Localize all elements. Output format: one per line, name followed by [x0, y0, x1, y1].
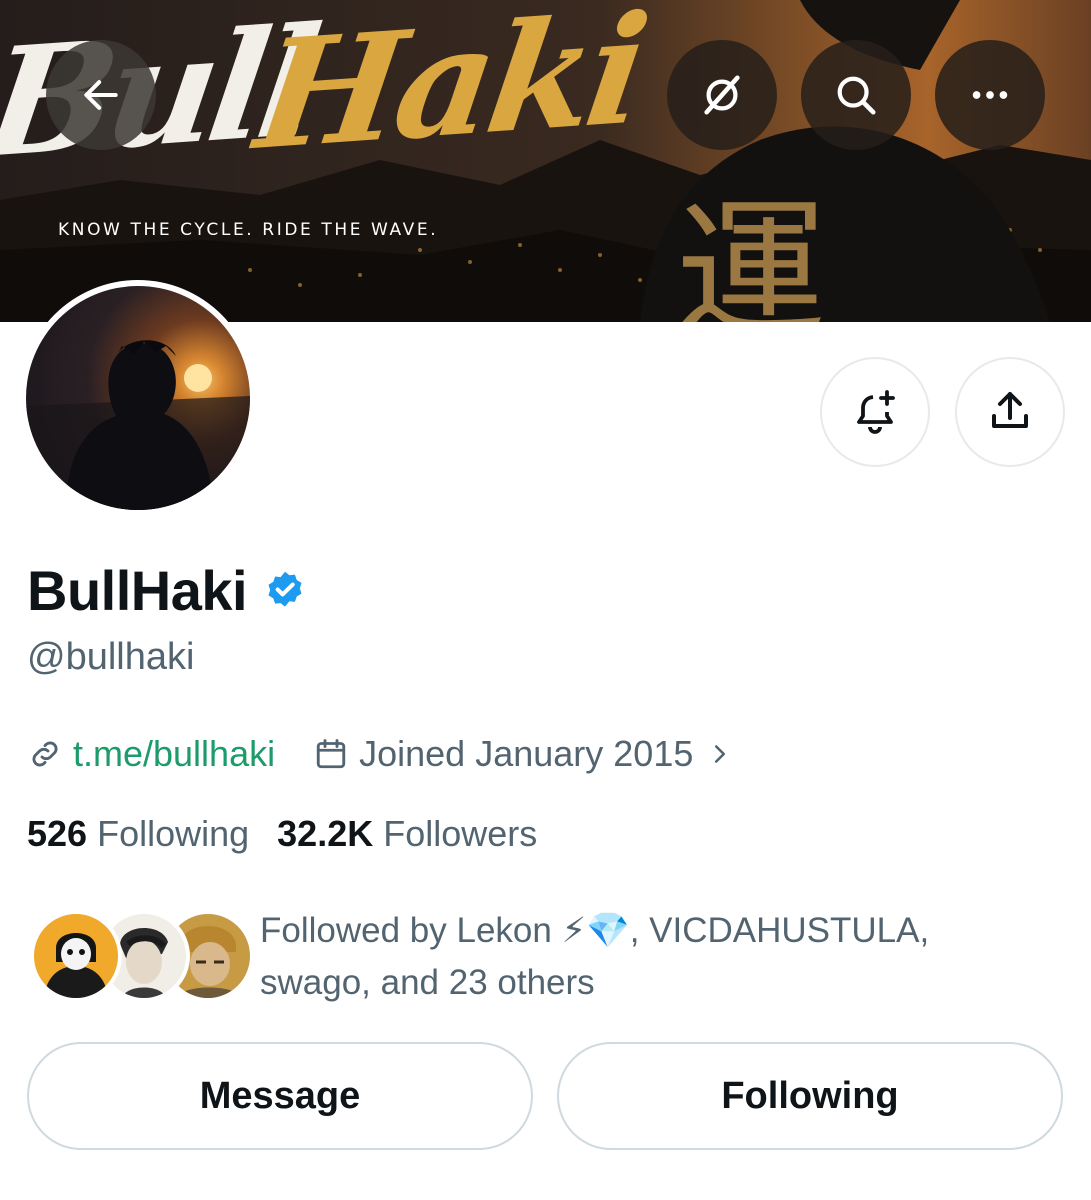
banner-logo-haki: Haki — [247, 0, 653, 184]
follower-avatar-art — [44, 933, 108, 998]
verified-badge-icon[interactable] — [263, 569, 307, 613]
joined-text: Joined January 2015 — [359, 733, 694, 774]
followed-by-line2: swago, and 23 others — [260, 963, 595, 1002]
search-icon — [837, 76, 876, 115]
profile-avatar[interactable] — [20, 280, 256, 516]
user-handle: @bullhaki — [27, 636, 195, 678]
notify-button[interactable] — [820, 357, 930, 467]
follow-counts: 526 Following 32.2K Followers — [27, 813, 537, 855]
following-link[interactable]: 526 Following — [27, 813, 249, 855]
chevron-right-icon — [715, 745, 726, 763]
banner-tagline: KNOW THE CYCLE. RIDE THE WAVE. — [58, 220, 439, 240]
message-button[interactable]: Message — [27, 1042, 533, 1150]
followed-by-line1: Followed by Lekon ⚡💎, VICDAHUSTULA, — [260, 911, 930, 950]
avatar-image — [26, 286, 250, 510]
profile-meta-row: t.me/bullhaki Joined January 2015 — [27, 733, 733, 775]
search-button[interactable] — [801, 40, 911, 150]
bell-plus-icon — [857, 390, 895, 434]
display-name: BullHaki — [27, 559, 248, 622]
followers-label: Followers — [383, 813, 538, 854]
more-dots-icon — [972, 91, 1008, 99]
grok-button[interactable] — [667, 40, 777, 150]
following-count: 526 — [27, 813, 88, 854]
more-button[interactable] — [935, 40, 1045, 150]
follower-avatar — [30, 910, 122, 1002]
avatar-illustration — [26, 340, 250, 510]
profile-banner[interactable]: 運 Bull Haki KNOW THE CYCLE. RIDE THE WAV… — [0, 0, 1091, 322]
joined-date[interactable]: Joined January 2015 — [313, 733, 733, 775]
followers-link[interactable]: 32.2K Followers — [277, 813, 537, 855]
share-button[interactable] — [955, 357, 1065, 467]
back-button[interactable] — [46, 40, 156, 150]
followers-count: 32.2K — [277, 813, 374, 854]
display-name-row: BullHaki — [27, 558, 307, 623]
followed-by-text: Followed by Lekon ⚡💎, VICDAHUSTULA, swag… — [260, 905, 1060, 1009]
grok-icon — [704, 75, 740, 115]
share-icon — [992, 392, 1028, 428]
following-label: Following — [97, 813, 250, 854]
following-button[interactable]: Following — [557, 1042, 1063, 1150]
arrow-left-icon — [84, 80, 118, 110]
followed-by[interactable]: Followed by Lekon ⚡💎, VICDAHUSTULA, swag… — [30, 905, 1070, 1015]
calendar-icon — [316, 739, 346, 769]
link-icon — [32, 741, 58, 767]
profile-link[interactable]: t.me/bullhaki — [73, 733, 275, 775]
banner-kanji: 運 — [676, 185, 827, 322]
